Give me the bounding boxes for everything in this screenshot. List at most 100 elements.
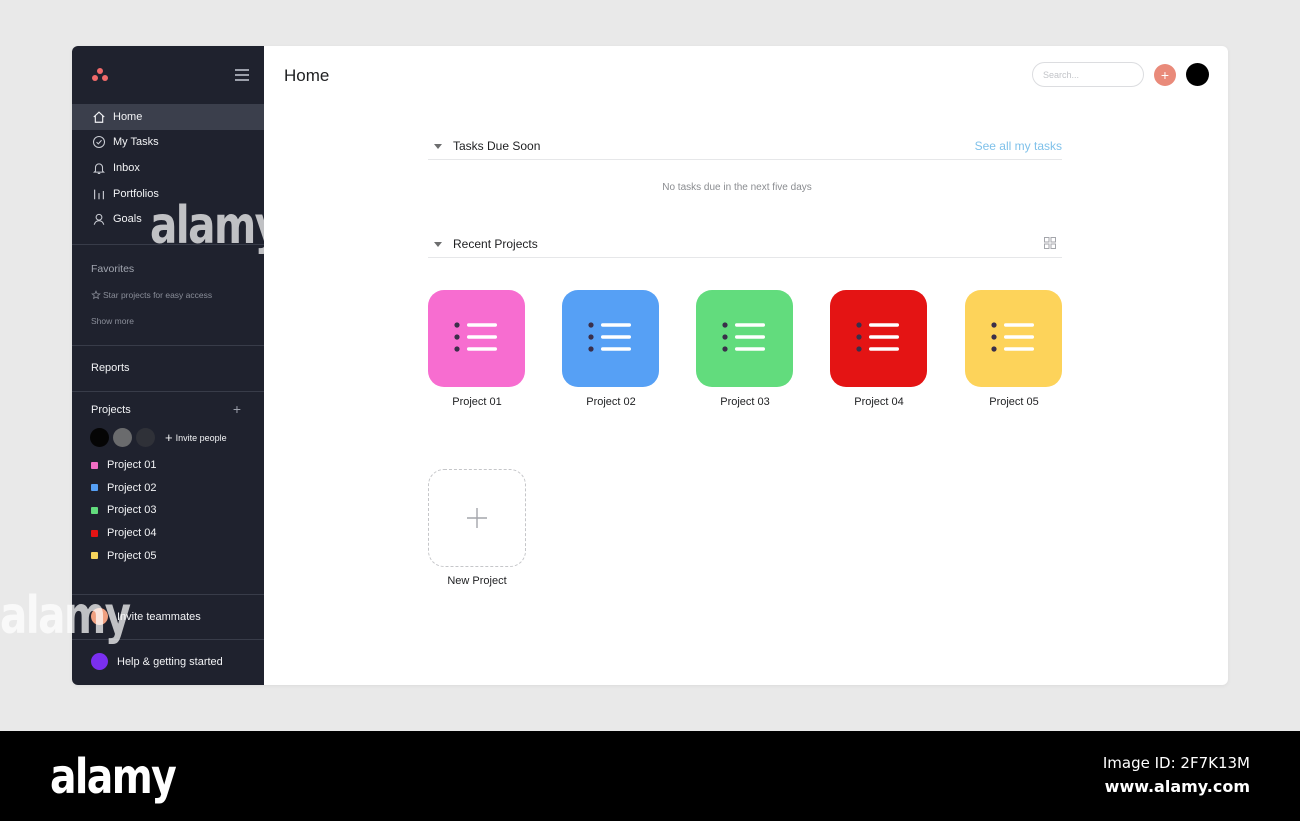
show-more-link[interactable]: Show more xyxy=(91,316,134,326)
check-circle-icon xyxy=(91,135,106,150)
new-project-label: New Project xyxy=(447,575,507,587)
sidebar-project-list: Project 01 Project 02 Project 03 Project… xyxy=(91,454,157,567)
sidebar-item-label: Project 05 xyxy=(107,549,157,562)
avatar[interactable] xyxy=(136,428,155,447)
sidebar-item-project-05[interactable]: Project 05 xyxy=(91,544,157,567)
list-icon xyxy=(991,322,1034,352)
user-avatar[interactable] xyxy=(1186,63,1209,86)
help-label: Help & getting started xyxy=(117,655,223,668)
see-all-tasks-link[interactable]: See all my tasks xyxy=(975,139,1062,153)
quick-add-button[interactable]: + xyxy=(1154,64,1176,86)
bell-icon xyxy=(91,160,106,175)
project-tile-icon xyxy=(696,290,793,387)
favorites-title: Favorites xyxy=(91,263,135,275)
new-project-box xyxy=(428,469,526,567)
list-icon xyxy=(588,322,631,352)
project-tile-02[interactable]: Project 02 xyxy=(562,290,660,408)
image-id: Image ID: 2F7K13M xyxy=(1102,754,1250,772)
sidebar-divider xyxy=(72,391,264,392)
tasks-due-soon-header: Tasks Due Soon See all my tasks xyxy=(428,139,1062,160)
list-icon xyxy=(454,322,497,352)
sidebar-item-label: Home xyxy=(113,110,143,123)
help-button[interactable]: Help & getting started xyxy=(91,653,223,670)
project-tile-icon xyxy=(562,290,659,387)
collapse-caret-icon[interactable] xyxy=(434,242,442,247)
invite-teammates-button[interactable]: Invite teammates xyxy=(91,608,201,625)
alamy-logo: alamy xyxy=(50,749,177,805)
project-tile-icon xyxy=(965,290,1062,387)
sidebar-item-home[interactable]: Home xyxy=(72,104,264,130)
sidebar-item-inbox[interactable]: Inbox xyxy=(72,155,264,181)
project-tile-label: Project 03 xyxy=(720,396,770,408)
project-tile-01[interactable]: Project 01 xyxy=(428,290,526,408)
recent-projects-grid: Project 01 Project 02 Project 03 Project… xyxy=(428,290,1068,410)
sidebar-item-label: Project 03 xyxy=(107,504,157,517)
sidebar-item-my-tasks[interactable]: My Tasks xyxy=(72,130,264,156)
sidebar-item-reports[interactable]: Reports xyxy=(91,362,130,374)
app-window: Home My Tasks Inbox Portfolios Goals Fav… xyxy=(72,46,1228,685)
section-title: Recent Projects xyxy=(453,237,538,251)
bar-chart-icon xyxy=(91,186,106,201)
sidebar-divider xyxy=(72,345,264,346)
plus-icon: + xyxy=(165,430,173,445)
project-tile-label: Project 05 xyxy=(989,396,1039,408)
help-icon xyxy=(91,653,108,670)
grid-view-icon[interactable] xyxy=(1044,237,1056,249)
project-color-icon xyxy=(91,529,98,537)
sidebar-item-label: Inbox xyxy=(113,161,140,174)
sidebar-item-label: Goals xyxy=(113,213,142,226)
sidebar-item-project-01[interactable]: Project 01 xyxy=(91,454,157,477)
invite-people-label: Invite people xyxy=(175,432,227,443)
new-project-tile[interactable]: New Project xyxy=(428,469,526,587)
hamburger-menu-icon[interactable] xyxy=(235,69,249,81)
list-icon xyxy=(856,322,899,352)
project-tile-03[interactable]: Project 03 xyxy=(696,290,794,408)
sidebar-item-project-04[interactable]: Project 04 xyxy=(91,522,157,545)
favorites-hint-text: Star projects for easy access xyxy=(103,290,213,300)
add-project-icon[interactable]: + xyxy=(230,401,244,417)
sidebar: Home My Tasks Inbox Portfolios Goals Fav… xyxy=(72,46,264,685)
asana-logo-icon[interactable] xyxy=(92,68,108,82)
project-tile-icon xyxy=(428,290,525,387)
team-members: + Invite people xyxy=(90,428,227,447)
sidebar-divider xyxy=(72,594,264,595)
list-icon xyxy=(722,322,765,352)
avatar[interactable] xyxy=(113,428,132,447)
sidebar-item-portfolios[interactable]: Portfolios xyxy=(72,181,264,207)
sidebar-item-project-02[interactable]: Project 02 xyxy=(91,477,157,500)
plus-icon: + xyxy=(1160,67,1170,83)
project-color-icon xyxy=(91,484,98,492)
invite-people-button[interactable]: + Invite people xyxy=(165,430,227,445)
sidebar-item-label: Project 02 xyxy=(107,481,157,494)
sidebar-item-label: Portfolios xyxy=(113,187,159,200)
watermark-url: www.alamy.com xyxy=(1104,777,1250,796)
page-title: Home xyxy=(284,66,330,85)
invite-teammates-label: Invite teammates xyxy=(117,610,201,623)
project-tile-icon xyxy=(830,290,927,387)
projects-title: Projects xyxy=(91,404,131,416)
favorites-hint: Star projects for easy access xyxy=(91,290,212,300)
sidebar-item-goals[interactable]: Goals xyxy=(72,206,264,232)
avatar[interactable] xyxy=(90,428,109,447)
project-tile-label: Project 01 xyxy=(452,396,502,408)
home-icon xyxy=(91,109,106,124)
project-tile-label: Project 04 xyxy=(854,396,904,408)
project-tile-label: Project 02 xyxy=(586,396,636,408)
sidebar-divider xyxy=(72,639,264,640)
sidebar-nav: Home My Tasks Inbox Portfolios Goals xyxy=(72,104,264,232)
sidebar-item-label: Project 01 xyxy=(107,459,157,472)
sidebar-item-project-03[interactable]: Project 03 xyxy=(91,499,157,522)
main-content: Home + Tasks Due Soon See all my tasks N… xyxy=(264,46,1228,685)
collapse-caret-icon[interactable] xyxy=(434,144,442,149)
watermark-bar: alamy Image ID: 2F7K13M www.alamy.com xyxy=(0,731,1300,821)
plus-icon xyxy=(467,508,487,528)
project-color-icon xyxy=(91,552,98,560)
project-tile-04[interactable]: Project 04 xyxy=(830,290,928,408)
sidebar-item-label: My Tasks xyxy=(113,136,159,149)
search-input[interactable] xyxy=(1032,62,1144,87)
star-icon xyxy=(91,290,101,300)
invite-icon xyxy=(91,608,108,625)
sidebar-item-label: Project 04 xyxy=(107,527,157,540)
project-tile-05[interactable]: Project 05 xyxy=(965,290,1063,408)
project-color-icon xyxy=(91,461,98,469)
